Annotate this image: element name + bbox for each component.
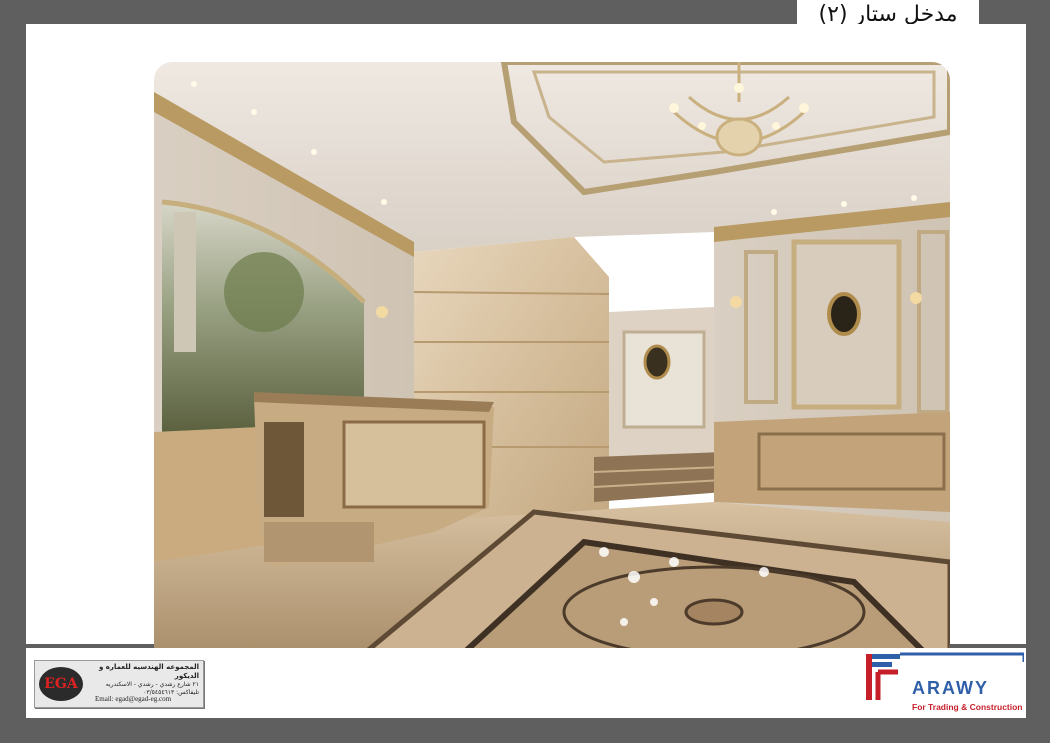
egad-name: المجموعه الهندسيه للعماره و الديكور: [99, 663, 199, 680]
title-block: EGA المجموعه الهندسيه للعماره و الديكور …: [26, 648, 1026, 718]
egad-logo-text: EGA: [44, 676, 78, 692]
farawy-tagline: For Trading & Construction: [912, 702, 1023, 712]
farawy-logo-icon: ARAWY: [866, 652, 1026, 700]
egad-details: المجموعه الهندسيه للعماره و الديكور ٢١ ش…: [87, 663, 199, 697]
farawy-logo: ARAWY For Trading & Construction: [864, 650, 1026, 716]
egad-logo-icon: EGA: [39, 667, 83, 701]
lobby-render-svg: [154, 62, 950, 662]
egad-email: Email: egad@egad-eg.com: [95, 695, 172, 703]
egad-stamp: EGA المجموعه الهندسيه للعماره و الديكور …: [34, 660, 204, 708]
lobby-render-image: [154, 62, 950, 662]
egad-address: ٢١ شارع رشدي - رشدي - الاسكندريه: [105, 681, 199, 688]
farawy-wordmark: ARAWY: [912, 678, 989, 698]
